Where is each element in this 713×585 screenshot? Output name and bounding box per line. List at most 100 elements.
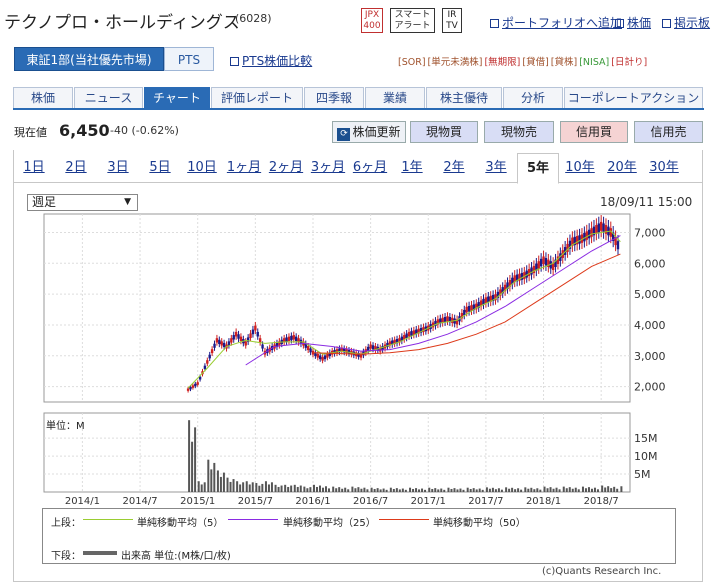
volume-bar bbox=[514, 489, 517, 492]
volume-bar bbox=[581, 486, 584, 492]
candle-body bbox=[227, 341, 231, 346]
volume-bar bbox=[568, 487, 571, 492]
candle-body bbox=[208, 354, 211, 359]
candle-body bbox=[446, 316, 449, 322]
volume-bar bbox=[500, 489, 503, 492]
candle-body bbox=[294, 336, 298, 342]
candle-body bbox=[249, 333, 252, 338]
volume-bar bbox=[203, 482, 206, 492]
candle-body bbox=[186, 388, 190, 391]
candle-body bbox=[323, 355, 327, 360]
volume-bar bbox=[222, 472, 225, 492]
volume-bar bbox=[549, 487, 552, 492]
candle-body bbox=[309, 348, 312, 353]
legend-ma5: 単純移動平均（5） bbox=[137, 518, 224, 529]
volume-bar bbox=[466, 487, 469, 492]
volume-bar bbox=[574, 487, 577, 492]
candle-body bbox=[465, 306, 468, 313]
price-tick-label: 3,000 bbox=[634, 350, 666, 363]
volume-bar bbox=[341, 488, 344, 492]
volume-bar bbox=[194, 427, 197, 492]
volume-bar bbox=[456, 489, 459, 492]
candle-body bbox=[539, 258, 543, 267]
legend-volume-swatch bbox=[83, 551, 117, 555]
candle-body bbox=[220, 341, 223, 346]
candle-body bbox=[258, 338, 262, 343]
volume-bar bbox=[296, 486, 299, 492]
volume-bar bbox=[366, 489, 369, 492]
candle-body bbox=[218, 339, 221, 345]
volume-bar bbox=[219, 476, 222, 492]
volume-bar bbox=[428, 487, 431, 492]
candle-body bbox=[244, 341, 247, 346]
candle-body bbox=[467, 305, 471, 312]
candle-body bbox=[407, 331, 411, 337]
volume-bar bbox=[299, 485, 302, 492]
candle-body bbox=[530, 267, 533, 275]
legend-ma50: 単純移動平均（50） bbox=[433, 518, 526, 529]
volume-bar bbox=[347, 489, 350, 492]
chart-legend: 上段： 単純移動平均（5） 単純移動平均（25） 単純移動平均（50） 下段： … bbox=[42, 508, 676, 564]
volume-bar bbox=[527, 488, 530, 492]
volume-bar bbox=[236, 481, 239, 492]
volume-bar bbox=[354, 488, 357, 492]
volume-unit-label: 単位：M bbox=[46, 421, 85, 432]
volume-bar bbox=[245, 481, 248, 492]
candle-body bbox=[232, 335, 235, 340]
volume-bar bbox=[552, 488, 555, 492]
candle-body bbox=[254, 325, 257, 331]
volume-bar bbox=[248, 484, 251, 492]
x-tick-label: 2015/7 bbox=[238, 496, 273, 507]
volume-bar bbox=[327, 488, 330, 492]
volume-bar bbox=[373, 488, 376, 492]
volume-bar bbox=[287, 486, 290, 492]
candle-body bbox=[189, 386, 192, 390]
volume-bar bbox=[188, 420, 191, 492]
volume-tick-label: 15M bbox=[634, 432, 658, 445]
volume-bar bbox=[335, 488, 338, 492]
candle-body bbox=[484, 297, 488, 304]
legend-volume: 出来高 単位:(M株/口/枚) bbox=[121, 551, 231, 562]
x-tick-label: 2017/7 bbox=[468, 496, 503, 507]
candle-body bbox=[597, 223, 600, 233]
volume-bar bbox=[409, 487, 412, 492]
volume-bar bbox=[315, 486, 318, 492]
volume-bar bbox=[277, 486, 280, 492]
volume-bar bbox=[453, 488, 456, 492]
volume-bar bbox=[226, 477, 229, 492]
volume-bar bbox=[475, 489, 478, 492]
candle-body bbox=[371, 345, 375, 350]
volume-bar bbox=[200, 484, 203, 492]
candle-body bbox=[213, 343, 216, 348]
candle-body bbox=[585, 231, 588, 240]
candle-body bbox=[206, 360, 209, 364]
volume-bar bbox=[274, 484, 277, 492]
candle-body bbox=[196, 382, 199, 385]
volume-bar bbox=[376, 488, 379, 492]
volume-bar bbox=[462, 489, 465, 492]
volume-bar bbox=[469, 488, 472, 492]
legend-ma5-swatch bbox=[83, 519, 133, 520]
volume-bar bbox=[587, 487, 590, 492]
volume-bar bbox=[533, 489, 536, 492]
volume-bar bbox=[472, 488, 475, 492]
candle-body bbox=[287, 336, 291, 342]
legend-ma50-swatch bbox=[379, 519, 429, 520]
volume-bar bbox=[309, 487, 312, 492]
volume-bar bbox=[520, 489, 523, 492]
candle-body bbox=[290, 335, 293, 341]
candle-body bbox=[410, 331, 413, 336]
candle-body bbox=[215, 338, 219, 343]
volume-bar bbox=[213, 462, 216, 492]
volume-bar bbox=[251, 482, 254, 492]
legend-upper-label: 上段： bbox=[51, 518, 81, 529]
volume-bar bbox=[593, 487, 596, 492]
volume-bar bbox=[321, 487, 324, 492]
volume-bar bbox=[382, 488, 385, 492]
volume-bar bbox=[306, 488, 309, 492]
volume-bar bbox=[293, 484, 296, 492]
x-tick-label: 2018/7 bbox=[584, 496, 619, 507]
volume-bar bbox=[270, 482, 273, 492]
stock-chart: 2014/1 2014/7 2015/1 2015/7 2016/1 2016/7 2017… bbox=[43, 213, 666, 507]
candle-body bbox=[210, 349, 214, 354]
